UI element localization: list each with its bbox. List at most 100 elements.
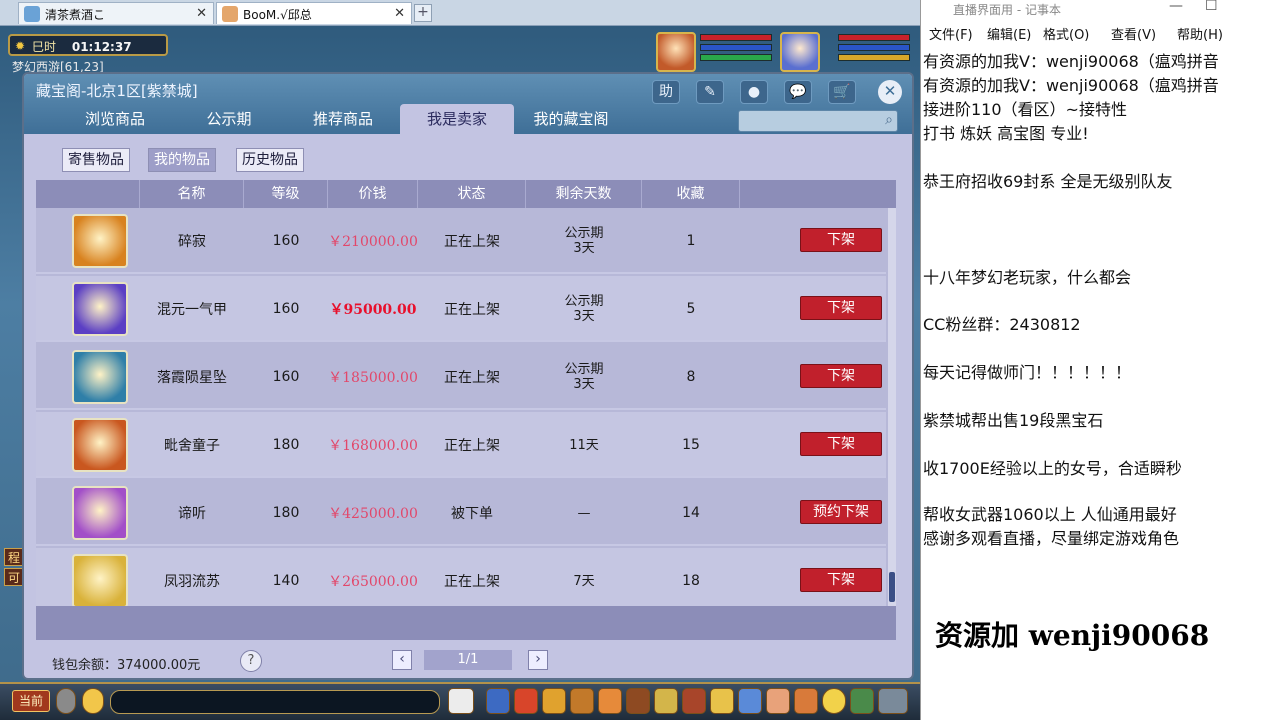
subtab-history[interactable]: 历史物品 bbox=[236, 148, 304, 172]
pet-menu-icon[interactable] bbox=[654, 688, 678, 714]
next-page-button[interactable]: › bbox=[528, 650, 548, 670]
item-thumbnail-icon[interactable] bbox=[72, 554, 128, 606]
item-days: 公示期 3天 bbox=[526, 208, 642, 274]
browser-tab-1[interactable]: 清茶煮酒こ ✕ bbox=[18, 2, 214, 24]
search-icon[interactable]: ⌕ bbox=[885, 112, 893, 128]
item-fav: 14 bbox=[682, 505, 700, 521]
menu-file[interactable]: 文件(F) bbox=[929, 24, 973, 43]
system-icon[interactable] bbox=[850, 688, 874, 714]
tab-seller[interactable]: 我是卖家 bbox=[400, 104, 514, 134]
item-price: ￥95000.00 bbox=[329, 302, 417, 318]
notepad-line: 有资源的加我V：wenji90068（瘟鸡拼音 bbox=[923, 52, 1219, 71]
scrollbar-thumb[interactable] bbox=[889, 572, 895, 602]
close-icon[interactable]: ✕ bbox=[196, 6, 207, 21]
delist-button[interactable]: 预约下架 bbox=[800, 500, 882, 524]
notepad-menu-bar: 文件(F) 编辑(E) 格式(O) 查看(V) 帮助(H) bbox=[921, 22, 1280, 43]
item-days: — bbox=[526, 480, 642, 546]
microphone-icon[interactable] bbox=[56, 688, 76, 714]
strip-item[interactable]: 程 bbox=[4, 548, 24, 566]
item-status: 正在上架 bbox=[444, 370, 500, 386]
chat-input[interactable] bbox=[110, 690, 440, 714]
bag-icon[interactable] bbox=[514, 688, 538, 714]
delist-button[interactable]: 下架 bbox=[800, 432, 882, 456]
delist-button[interactable]: 下架 bbox=[800, 364, 882, 388]
quest-icon[interactable] bbox=[682, 688, 706, 714]
notepad-line: 有资源的加我V：wenji90068（瘟鸡拼音 bbox=[923, 76, 1219, 95]
table-row[interactable]: 落霞陨星坠 160 ￥185000.00 正在上架 公示期 3天 8 下架 bbox=[36, 344, 886, 410]
player-sp-bar bbox=[838, 54, 910, 61]
items-table: 名称 等级 价钱 状态 剩余天数 收藏 碎寂 160 ￥210000.00 正在上架公… bbox=[36, 180, 896, 606]
help-icon[interactable]: ? bbox=[240, 650, 262, 672]
table-row[interactable]: 混元一气甲 160 ￥95000.00 正在上架 公示期 3天 5 下架 bbox=[36, 276, 886, 342]
item-thumbnail-icon[interactable] bbox=[72, 350, 128, 404]
item-level: 180 bbox=[272, 505, 300, 521]
minimize-icon[interactable]: — bbox=[1169, 0, 1183, 14]
item-status: 正在上架 bbox=[444, 574, 500, 590]
treasure-pavilion-dialog: 藏宝阁-北京1区[紫禁城] 助 ✎ ● 💬 🛒 ✕ 浏览商品 公示期 推荐商品 … bbox=[22, 72, 914, 680]
search-input[interactable]: ⌕ bbox=[738, 110, 898, 132]
team-icon[interactable] bbox=[626, 688, 650, 714]
prev-page-button[interactable]: ‹ bbox=[392, 650, 412, 670]
help-button[interactable]: 助 bbox=[652, 80, 680, 104]
item-icon[interactable] bbox=[542, 688, 566, 714]
tab-recommend[interactable]: 推荐商品 bbox=[286, 104, 400, 134]
table-row[interactable]: 凤羽流苏 140 ￥265000.00 正在上架 7天 18 下架 bbox=[36, 548, 886, 606]
item-thumbnail-icon[interactable] bbox=[72, 486, 128, 540]
give-icon[interactable] bbox=[570, 688, 594, 714]
delist-button[interactable]: 下架 bbox=[800, 568, 882, 592]
menu-format[interactable]: 格式(O) bbox=[1043, 24, 1089, 43]
subtab-my-items[interactable]: 我的物品 bbox=[148, 148, 216, 172]
new-tab-button[interactable]: + bbox=[414, 4, 432, 22]
notepad-line: 紫禁城帮出售19段黑宝石 bbox=[923, 411, 1104, 430]
delist-button[interactable]: 下架 bbox=[800, 296, 882, 320]
item-thumbnail-icon[interactable] bbox=[72, 418, 128, 472]
trade-icon[interactable] bbox=[598, 688, 622, 714]
table-row[interactable]: 谛听 180 ￥425000.00 被下单 — 14 预约下架 bbox=[36, 480, 886, 546]
item-thumbnail-icon[interactable] bbox=[72, 282, 128, 336]
cart-button[interactable]: 🛒 bbox=[828, 80, 856, 104]
notepad-line: 帮收女武器1060以上 人仙通用最好 bbox=[923, 505, 1177, 524]
table-row[interactable]: 毗舍童子 180 ￥168000.00 正在上架 11天 15 下架 bbox=[36, 412, 886, 478]
menu-help[interactable]: 帮助(H) bbox=[1177, 24, 1223, 43]
tab-my-pavilion[interactable]: 我的藏宝阁 bbox=[514, 104, 628, 134]
table-row[interactable]: 碎寂 160 ￥210000.00 正在上架 公示期 3天 1 下架 bbox=[36, 208, 886, 274]
gang-icon[interactable] bbox=[710, 688, 734, 714]
attack-icon[interactable] bbox=[486, 688, 510, 714]
settings-icon[interactable] bbox=[878, 688, 908, 714]
table-scrollbar[interactable] bbox=[888, 208, 896, 606]
player-portrait[interactable] bbox=[780, 32, 820, 72]
notepad-large-text: 资源加 wenji90068 bbox=[935, 619, 1210, 652]
item-name: 落霞陨星坠 bbox=[157, 370, 227, 386]
channel-current-button[interactable]: 当前 bbox=[12, 690, 50, 712]
achievement-icon[interactable] bbox=[794, 688, 818, 714]
smile-icon[interactable] bbox=[822, 688, 846, 714]
maximize-icon[interactable]: ☐ bbox=[1205, 0, 1218, 14]
edit-button[interactable]: ✎ bbox=[696, 80, 724, 104]
item-days-line2: 3天 bbox=[573, 241, 595, 256]
menu-edit[interactable]: 编辑(E) bbox=[987, 24, 1031, 43]
col-level: 等级 bbox=[244, 180, 328, 208]
menu-view[interactable]: 查看(V) bbox=[1111, 24, 1156, 43]
browser-tab-2[interactable]: BooM.√邱总 ✕ bbox=[216, 2, 412, 24]
subtab-consign[interactable]: 寄售物品 bbox=[62, 148, 130, 172]
tab-browse[interactable]: 浏览商品 bbox=[58, 104, 172, 134]
pet-portrait[interactable] bbox=[656, 32, 696, 72]
strip-item[interactable]: 可 bbox=[4, 568, 24, 586]
skill-icon[interactable] bbox=[738, 688, 762, 714]
dialog-close-button[interactable]: ✕ bbox=[878, 80, 902, 104]
pet-icon[interactable] bbox=[448, 688, 474, 714]
browser-tab-bar: 清茶煮酒こ ✕ BooM.√邱总 ✕ + bbox=[0, 0, 920, 26]
tab-announce[interactable]: 公示期 bbox=[172, 104, 286, 134]
item-thumbnail-icon[interactable] bbox=[72, 214, 128, 268]
item-fav: 5 bbox=[686, 301, 696, 317]
close-icon[interactable]: ✕ bbox=[394, 6, 405, 21]
item-price: ￥185000.00 bbox=[328, 370, 418, 386]
emoji-icon[interactable] bbox=[82, 688, 104, 714]
friend-icon[interactable] bbox=[766, 688, 790, 714]
item-days: 公示期 3天 bbox=[526, 344, 642, 410]
delist-button[interactable]: 下架 bbox=[800, 228, 882, 252]
record-button[interactable]: ● bbox=[740, 80, 768, 104]
chat-button[interactable]: 💬 bbox=[784, 80, 812, 104]
col-price: 价钱 bbox=[328, 180, 418, 208]
item-name: 碎寂 bbox=[178, 234, 206, 250]
